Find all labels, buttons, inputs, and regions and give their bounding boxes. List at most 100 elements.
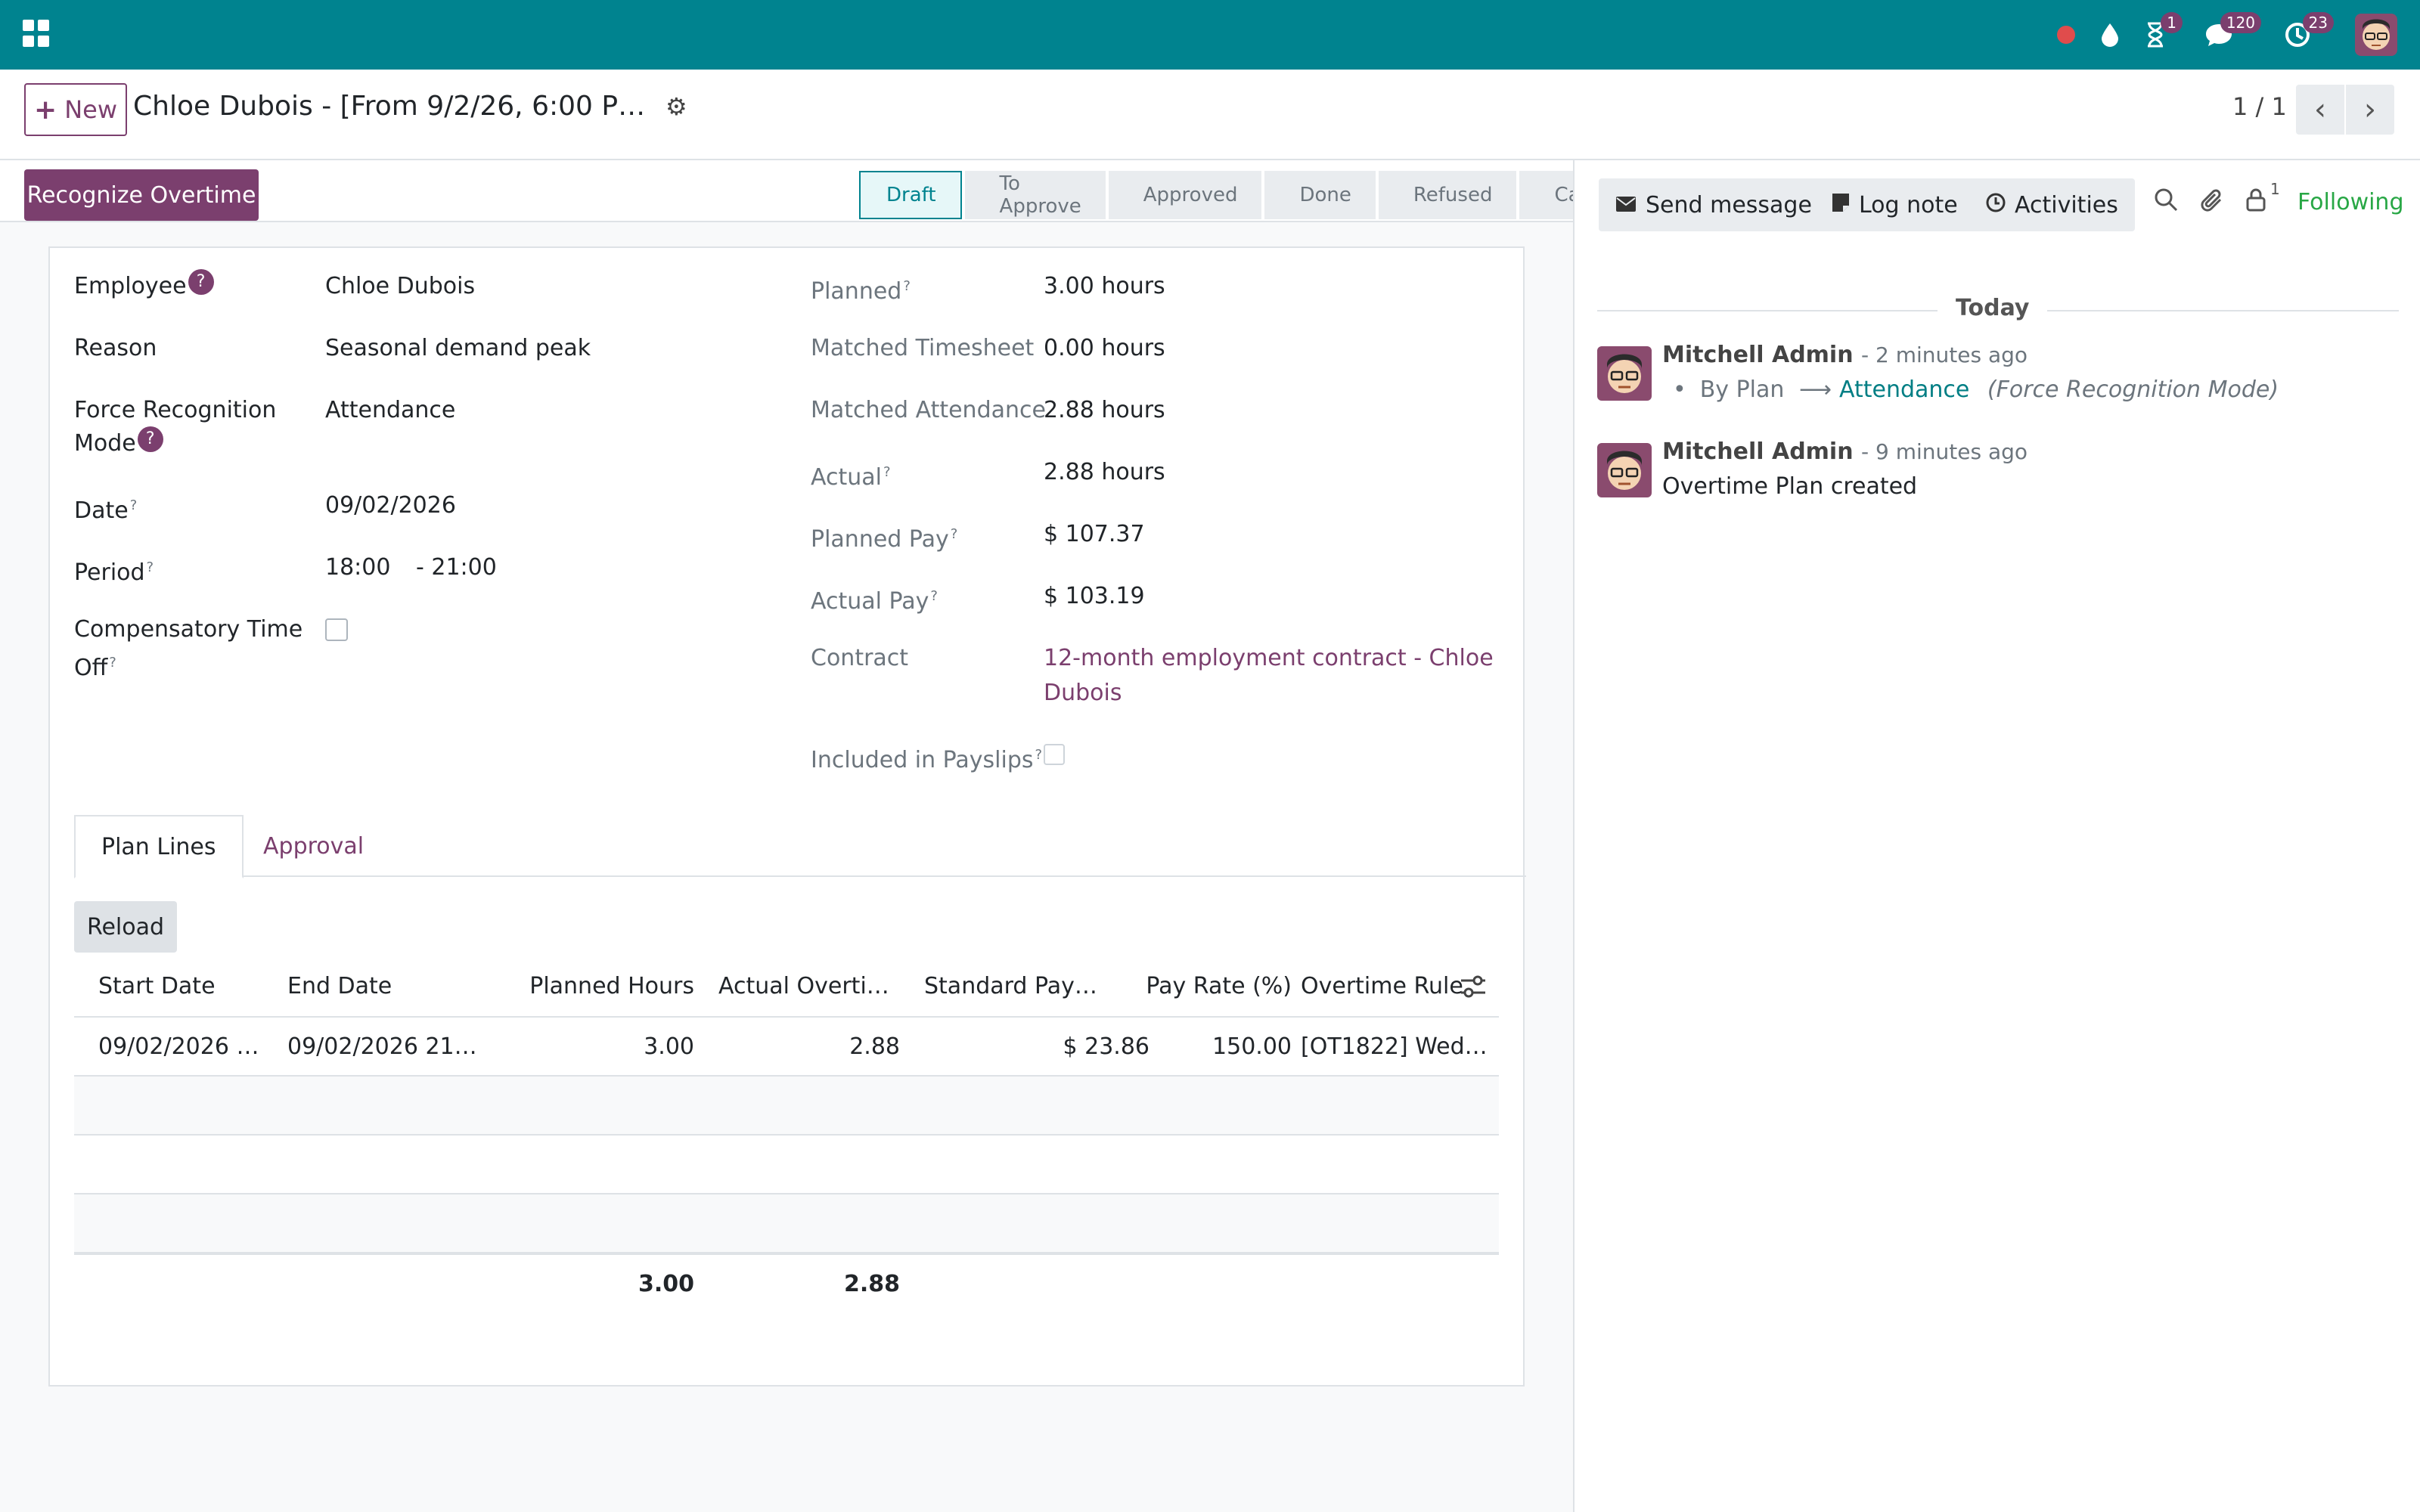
period-label: Period?: [74, 559, 154, 586]
column-settings-icon[interactable]: [1460, 974, 1487, 999]
cell-overtime-rule: [OT1822] Wednesday Overtime: [1301, 1033, 1493, 1060]
messages-icon[interactable]: 120: [2202, 12, 2261, 56]
user-avatar[interactable]: [2355, 14, 2397, 56]
planned-value: 3.00 hours: [1044, 273, 1165, 299]
actual-value: 2.88 hours: [1044, 459, 1165, 485]
column-actual-overtime[interactable]: Actual Overtime Hours: [718, 956, 900, 1018]
send-message-button[interactable]: Send message: [1599, 178, 1829, 231]
column-overtime-rule[interactable]: Overtime Rule: [1301, 956, 1467, 1018]
clock-icon: [1986, 192, 2006, 218]
status-stages: Draft To Approve Approved Done Refused C…: [859, 171, 1678, 219]
planned-pay-value: $ 107.37: [1044, 521, 1145, 547]
followers-icon[interactable]: 1: [2245, 180, 2280, 218]
column-standard-pay[interactable]: Standard Pay per Hour: [924, 956, 1098, 1018]
table-row[interactable]: 09/02/2026 18:00:00 09/02/2026 21:00:00 …: [74, 1018, 1499, 1077]
paperclip-icon[interactable]: [2201, 187, 2225, 219]
cell-planned-hours: 3.00: [644, 1033, 694, 1060]
messages-badge: 120: [2220, 12, 2261, 33]
matched-timesheet-value: 0.00 hours: [1044, 335, 1165, 361]
activity-hourglass-icon[interactable]: 1: [2140, 12, 2183, 56]
envelope-icon: [1615, 192, 1637, 218]
stage-refused[interactable]: Refused: [1378, 171, 1517, 219]
matched-timesheet-label: Matched Timesheet: [811, 335, 1035, 361]
pager-value[interactable]: 1 / 1: [2232, 92, 2287, 121]
message-author[interactable]: Mitchell Admin - 2 minutes ago: [1662, 342, 2028, 368]
cell-pay-rate: 150.00: [1212, 1033, 1292, 1060]
stage-done[interactable]: Done: [1264, 171, 1376, 219]
note-icon: [1832, 192, 1850, 218]
total-actual-overtime: 2.88: [843, 1271, 900, 1297]
payslips-checkbox: [1044, 744, 1065, 765]
cell-standard-pay: $ 23.86: [1063, 1033, 1150, 1060]
table-header: Start Date End Date Planned Hours Actual…: [74, 956, 1499, 1018]
table-footer: 3.00 2.88: [74, 1253, 1499, 1312]
period-end-value[interactable]: - 21:00: [416, 550, 497, 585]
arrow-right-icon: ⟶: [1798, 376, 1832, 403]
matched-attendance-label: Matched Attendance: [811, 397, 1046, 423]
column-end-date[interactable]: End Date: [287, 956, 484, 1018]
force-recognition-label-mode: Mode?: [74, 426, 163, 461]
stage-draft[interactable]: Draft: [859, 171, 962, 219]
column-planned-hours[interactable]: Planned Hours: [498, 956, 694, 1018]
record-title: Chloe Dubois - [From 9/2/26, 6:00 PM to …: [133, 91, 662, 122]
date-separator: Today: [1597, 287, 2399, 333]
reload-button[interactable]: Reload: [74, 901, 177, 953]
help-icon[interactable]: ?: [188, 269, 214, 295]
message-author-avatar[interactable]: [1597, 443, 1652, 497]
message-author-avatar[interactable]: [1597, 346, 1652, 401]
force-recognition-label: Force Recognition: [74, 397, 277, 423]
column-start-date[interactable]: Start Date: [98, 956, 272, 1018]
tab-approval[interactable]: Approval: [237, 815, 389, 877]
force-recognition-value[interactable]: Attendance: [325, 393, 455, 428]
pager-previous-button[interactable]: ‹: [2296, 85, 2344, 135]
droplet-icon[interactable]: [2095, 14, 2125, 56]
cell-end-date: 09/02/2026 21:00:00: [287, 1033, 484, 1060]
message-author[interactable]: Mitchell Admin - 9 minutes ago: [1662, 438, 2028, 465]
gear-icon[interactable]: ⚙: [666, 92, 687, 121]
message-time: - 2 minutes ago: [1861, 342, 2028, 367]
employee-value[interactable]: Chloe Dubois: [325, 269, 475, 304]
reason-value[interactable]: Seasonal demand peak: [325, 331, 591, 366]
plus-icon: +: [34, 94, 57, 125]
followers-count: 1: [2270, 180, 2280, 198]
stage-to-approve[interactable]: To Approve: [964, 171, 1106, 219]
matched-attendance-value: 2.88 hours: [1044, 397, 1165, 423]
message-time: - 9 minutes ago: [1861, 439, 2028, 464]
column-pay-rate[interactable]: Pay Rate (%): [1110, 956, 1292, 1018]
planned-pay-label: Planned Pay?: [811, 526, 958, 553]
tracking-value: • By Plan ⟶ Attendance (Force Recognition …: [1673, 376, 2279, 403]
cell-actual-overtime: 2.88: [849, 1033, 900, 1060]
recording-indicator-icon[interactable]: [2054, 14, 2078, 56]
updates-icon[interactable]: 23: [2281, 12, 2334, 56]
new-record-button[interactable]: + New: [24, 83, 127, 136]
chevron-right-icon: ›: [2364, 92, 2376, 127]
reason-label: Reason: [74, 335, 157, 361]
actual-pay-label: Actual Pay?: [811, 588, 938, 615]
table-empty-row: [74, 1194, 1499, 1253]
actual-pay-value: $ 103.19: [1044, 583, 1145, 609]
help-icon[interactable]: ?: [137, 426, 163, 452]
compensatory-label: Compensatory Time: [74, 616, 303, 643]
today-label: Today: [1938, 295, 2048, 321]
employee-label: Employee?: [74, 269, 214, 304]
following-button[interactable]: Following: [2297, 189, 2404, 215]
contract-link[interactable]: 12-month employment contract - Chloe: [1044, 641, 1494, 676]
log-note-button[interactable]: Log note: [1815, 178, 1975, 231]
contract-link-cont[interactable]: Dubois: [1044, 676, 1122, 711]
period-start-value[interactable]: 18:00: [325, 550, 390, 585]
date-value[interactable]: 09/02/2026: [325, 488, 456, 523]
compensatory-checkbox[interactable]: [325, 618, 348, 641]
stage-approved[interactable]: Approved: [1108, 171, 1262, 219]
control-panel: + New Chloe Dubois - [From 9/2/26, 6:00 P…: [0, 70, 2420, 160]
recognize-overtime-button[interactable]: Recognize Overtime: [24, 169, 259, 221]
top-navbar: 1 120 23: [0, 0, 2420, 70]
apps-menu-icon[interactable]: [23, 20, 50, 47]
contract-label: Contract: [811, 645, 909, 671]
pager-next-button[interactable]: ›: [2346, 85, 2394, 135]
chatter-panel: Send message Log note Activities 1 Follo…: [1573, 160, 2420, 1512]
search-icon[interactable]: [2154, 187, 2178, 218]
activities-button[interactable]: Activities: [1969, 178, 2135, 231]
tab-plan-lines[interactable]: Plan Lines: [74, 815, 244, 878]
table-empty-row: [74, 1136, 1499, 1194]
form-area: Employee? Chloe Dubois Reason Seasonal d…: [0, 222, 1573, 1512]
